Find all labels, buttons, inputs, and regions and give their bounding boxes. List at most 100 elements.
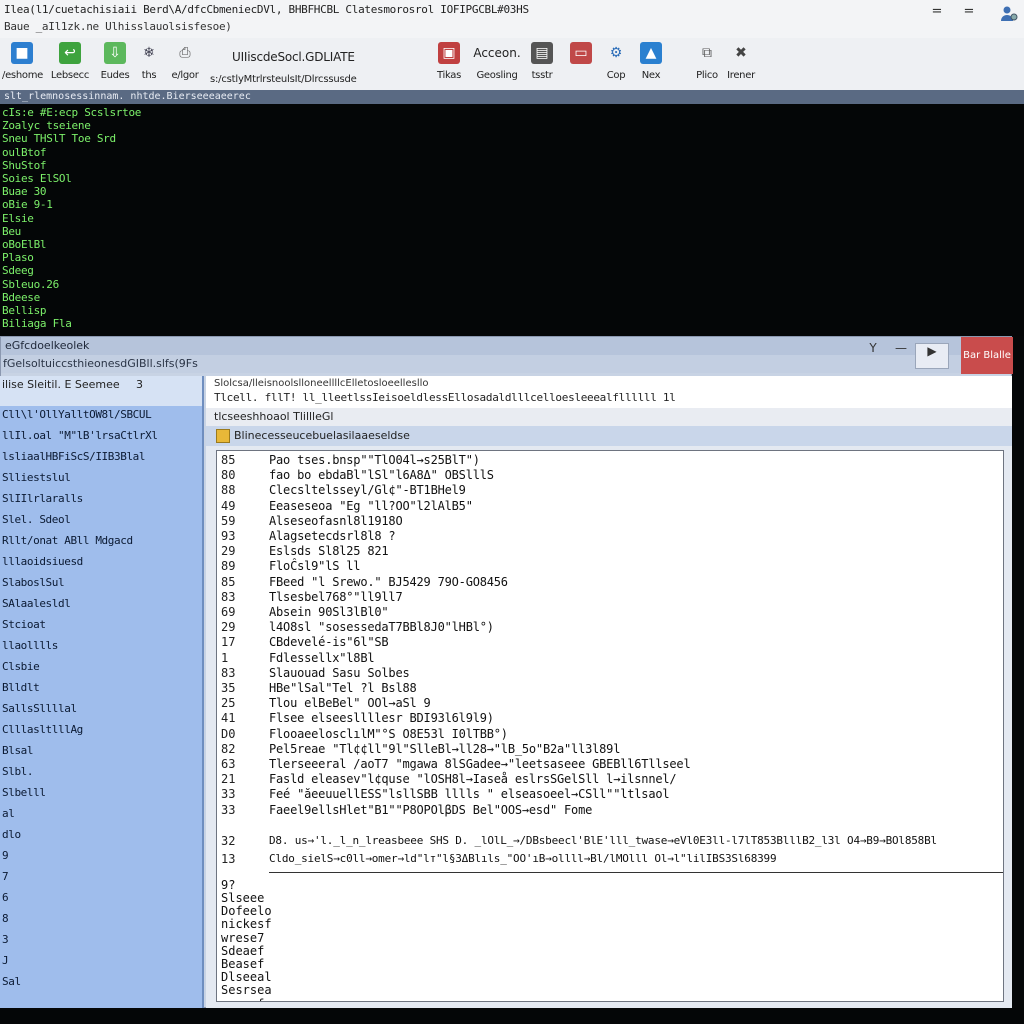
sidebar-item[interactable]: Slliestslul <box>2 471 71 484</box>
code-line[interactable]: Tlsesbel768°"ll9ll7 <box>269 590 403 604</box>
code-line[interactable]: Fdlessellx"l8Bl <box>269 651 375 665</box>
toolbar-copy-button[interactable]: ⚙ Cop <box>602 42 630 88</box>
sidebar-item[interactable]: Cll\l'OllYalltOW8l/SBCUL <box>2 408 152 421</box>
code-line[interactable]: l4O8sl "sosessedaT7BBl8J0"lHBl°) <box>269 620 494 634</box>
toolbar-access-button[interactable]: Acceon. Geosling <box>470 42 524 88</box>
minimize-button[interactable]: = <box>926 4 948 22</box>
code-line[interactable]: Eeaseseoa "Eg "ll?OO"l2lAlB5" <box>269 499 473 513</box>
sidebar-item[interactable]: Slbl. <box>2 765 34 778</box>
code-line[interactable]: Tlerseeeral /aoT7 "mgawa 8lSGadee→"leets… <box>269 757 691 771</box>
code-line[interactable]: ereesf <box>221 997 264 1001</box>
code-line[interactable]: 9? <box>221 878 235 892</box>
code-editor[interactable]: 85 Pao tses.bnsp""TlO04l→s25BlT") 80 fao b… <box>216 450 1004 1002</box>
sidebar-item[interactable]: lllaoidsiuesd <box>2 555 83 568</box>
sidebar-item[interactable]: Slbelll <box>2 786 46 799</box>
line-number: 83 <box>221 665 236 680</box>
code-line[interactable]: fao bo ebdaBl"lSl"l6A8Δ" OBSlllS <box>269 468 494 482</box>
toolbar-download-button[interactable]: ⇩ Eudes <box>98 42 132 88</box>
sidebar-item[interactable]: ClllasltlllAg <box>2 723 83 736</box>
sidebar-item[interactable]: SlIIlrlaralls <box>2 492 83 505</box>
console-line: Buae 30 <box>2 185 47 199</box>
code-line[interactable]: Dlseeal <box>221 970 272 984</box>
code-line[interactable]: Tlou elBeBel" OOl→aSl 9 <box>269 696 431 710</box>
console-line: oBie 9-1 <box>2 198 53 212</box>
snowflake-icon: ❄ <box>143 45 155 61</box>
code-line[interactable]: Dofeelo <box>221 904 272 918</box>
console-output[interactable]: cIs:e #E:ecp Scslsrtoe Zoalyc tseiene Sneu… <box>0 104 1024 336</box>
sidebar-item[interactable]: Rllt/onat ABll Mdgacd <box>2 534 133 547</box>
toolbar-snow-button[interactable]: ❄ ths <box>136 42 162 88</box>
code-line[interactable]: Faeel9ellsHlet"B1""P8OPOlβDS Bel"OOS→esd… <box>269 803 592 817</box>
code-line[interactable]: FBeed "l Srewo." BJ5429 79O-GO8456 <box>269 575 508 589</box>
code-line[interactable]: Beasef <box>221 957 264 971</box>
sidebar-item[interactable]: Sal <box>2 975 21 988</box>
toolbar-print-button[interactable]: ⎙ e/lgor <box>166 42 204 88</box>
toolbar-pages-button[interactable]: ⧉ Plico <box>690 42 724 88</box>
sidebar-item[interactable]: J <box>2 954 9 967</box>
sidebar-item[interactable]: 3 <box>2 933 9 946</box>
code-line[interactable]: Slseee <box>221 891 264 905</box>
toolbar-next-button[interactable]: ▲ Nex <box>636 42 666 88</box>
pin-button[interactable]: Y <box>865 341 881 355</box>
toolbar-server-button[interactable]: ▤ tsstr <box>528 42 556 88</box>
minimize-editor-button[interactable]: — <box>893 341 909 355</box>
sidebar-item[interactable]: 9 <box>2 849 9 862</box>
sidebar-item[interactable]: SlaboslSul <box>2 576 65 589</box>
toolbar-tikas-button[interactable]: ▣ Tikas <box>424 42 474 88</box>
console-line: Plaso <box>2 251 34 265</box>
sidebar-item[interactable]: llIl.oal "M"lB'lrsaCtlrXl <box>2 429 158 442</box>
code-line[interactable]: Slauouad Sasu Solbes <box>269 666 410 680</box>
sidebar-item[interactable]: 6 <box>2 891 9 904</box>
code-line[interactable]: nickesf <box>221 917 272 931</box>
maximize-button[interactable]: = <box>958 4 980 22</box>
address-bar[interactable]: Slolcsa/lleisnoolslloneellllcElletosloee… <box>206 376 1012 409</box>
sidebar-item[interactable]: al <box>2 807 15 820</box>
sidebar-item[interactable]: SallsSllllal <box>2 702 77 715</box>
window-title: Ilea(l1/cuetachisiaii Berd\A/dfcCbmeniec… <box>4 3 529 16</box>
code-line[interactable]: FloĈsl9"lS ll <box>269 559 361 573</box>
sidebar-item[interactable]: Blldlt <box>2 681 40 694</box>
code-line[interactable]: Clecsltelsseyl/Gl¢"-BT1BHel9 <box>269 483 466 497</box>
code-line[interactable]: Sdeaef <box>221 944 264 958</box>
code-line[interactable]: Alseseofasnl8l1918O <box>269 514 403 528</box>
sidebar-item[interactable]: llaolllls <box>2 639 58 652</box>
code-line[interactable]: Eslsds Sl8l25 821 <box>269 544 389 558</box>
file-bar[interactable]: Blinecesseucebuelasilaaeseldse <box>206 426 1012 446</box>
code-line[interactable]: FlooaeelosclılM"°S O8E53l I0lTBB°) <box>269 727 508 741</box>
toolbar-home-button[interactable]: ■ /eshome <box>2 42 43 88</box>
toolbar-tools-button[interactable]: ✖ Irener <box>724 42 758 88</box>
code-line[interactable]: Fasld eleasev"l¢quse "lOSH8l→Iaseå eslrs… <box>269 772 677 786</box>
close-button[interactable]: Bar Blalle <box>961 337 1013 374</box>
person-gear-icon[interactable] <box>998 4 1020 22</box>
code-line[interactable]: wrese7 <box>221 931 264 945</box>
editor-tab[interactable]: tlcseeshhoaol TlillleGl <box>206 408 1012 426</box>
code-line[interactable]: HBe"lSal"Tel ?l Bsl88 <box>269 681 417 695</box>
code-line[interactable]: D8. us→'l._l_n_lreasbeee SHS D. _lOlL_→/… <box>269 834 937 847</box>
code-line[interactable]: Absein 90Sl3lBl0" <box>269 605 389 619</box>
code-line[interactable]: Feé "ăeeuuellESS"lsllSBB lllls " elseaso… <box>269 787 670 801</box>
code-line[interactable]: Pao tses.bnsp""TlO04l→s25BlT") <box>269 453 480 467</box>
code-line[interactable]: Cldo_sielS→c0ll→omer→ld"lт"l§3ΔBlıls_"OO… <box>269 852 777 865</box>
sidebar-item[interactable]: Stcioat <box>2 618 46 631</box>
person-icon[interactable]: ▶ <box>915 343 949 369</box>
sidebar-item[interactable]: lsliaalHBFiScS/IIB3Blal <box>2 450 146 463</box>
sidebar-item[interactable]: dlo <box>2 828 21 841</box>
sidebar-item[interactable]: SAlaalesldl <box>2 597 71 610</box>
console-line: Bellisp <box>2 304 47 317</box>
code-line[interactable]: Flsee elseesllllesr BDI93l6l9l9) <box>269 711 494 725</box>
toolbar-back-button[interactable]: ↩ Lebsecc <box>48 42 92 88</box>
toolbar-center-text[interactable]: UIIiscdeSocl.GDLIATE <box>232 50 355 64</box>
line-number: 13 <box>221 851 236 866</box>
toolbar-monitor-button[interactable]: ▭ <box>568 42 594 88</box>
sidebar-item[interactable]: 7 <box>2 870 9 883</box>
code-line[interactable]: Pel5reae "Tl¢¢ll"9l"SlleBl→ll28→"lB_5o"B… <box>269 742 620 756</box>
code-line[interactable]: CBdevelé-is"6l"SB <box>269 635 389 649</box>
code-line[interactable]: Sesrsea <box>221 983 272 997</box>
sidebar-item[interactable]: Blsal <box>2 744 34 757</box>
sidebar-item[interactable]: 8 <box>2 912 9 925</box>
folder-icon <box>216 429 230 443</box>
sidebar-item[interactable]: Slel. Sdeol <box>2 513 71 526</box>
console-line: oBoElBl <box>2 238 47 251</box>
code-line[interactable]: Alagsetecdsrl8l8 ? <box>269 529 396 543</box>
sidebar-item[interactable]: Clsbie <box>2 660 40 673</box>
